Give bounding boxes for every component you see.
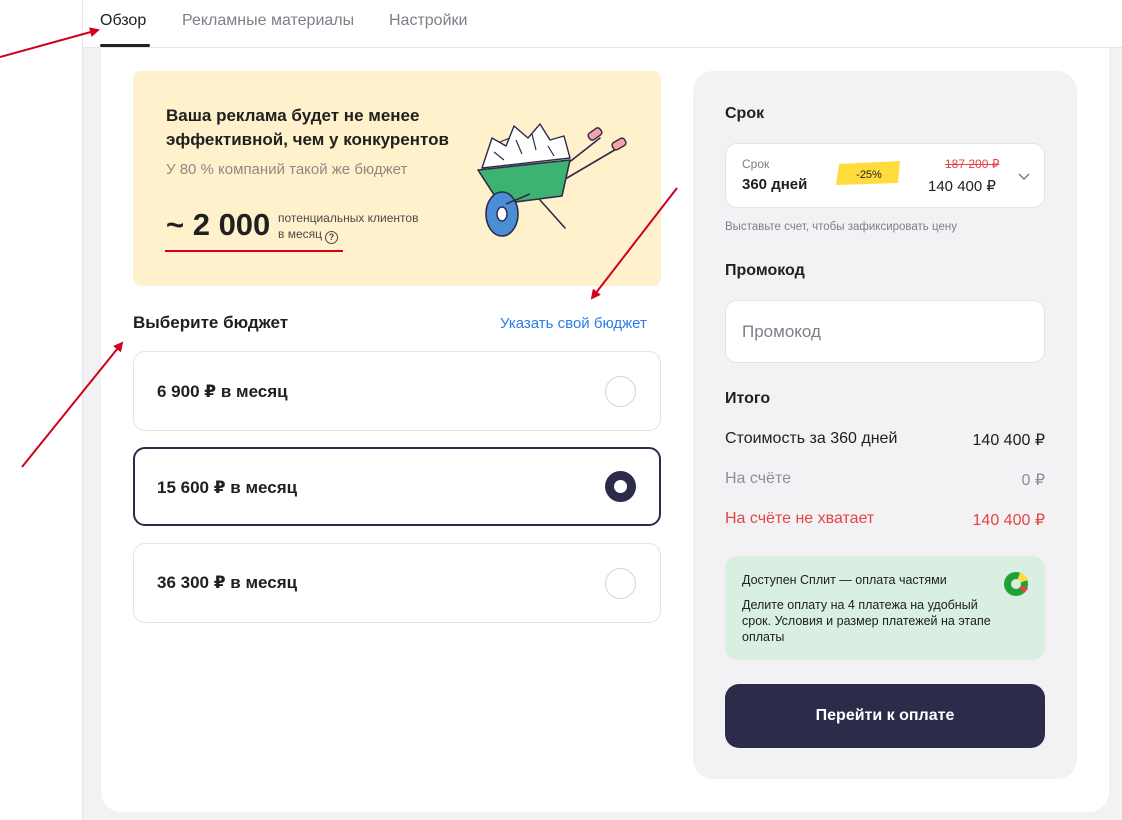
budget-option-label: 36 300 ₽ в месяц [157,573,298,592]
promo-title: Ваша реклама будет не менее эффективной,… [166,106,449,149]
term-heading: Срок [725,105,765,122]
split-logo-icon [1004,572,1028,596]
tab-settings[interactable]: Настройки [389,12,467,30]
budget-option-15600[interactable]: 15 600 ₽ в месяц [133,447,661,526]
potential-clients-caption: потенциальных клиентов в месяц? [278,210,428,244]
split-title: Доступен Сплит — оплата частями [742,573,947,587]
promocode-heading: Промокод [725,262,805,279]
radio-button[interactable] [605,568,636,599]
tab-ad-materials[interactable]: Рекламные материалы [182,12,354,30]
split-text: Делите оплату на 4 платежа на удобный ср… [742,598,991,644]
active-tab-indicator [100,44,150,47]
promocode-input[interactable] [725,300,1045,363]
summary-value: 140 400 ₽ [972,432,1045,449]
radio-button-selected[interactable] [605,471,636,502]
summary-label: На счёте [725,470,791,487]
discount-text: -25% [856,169,882,181]
annotation-underline [165,250,343,252]
summary-value: 140 400 ₽ [972,512,1045,529]
potential-clients-caption-line1: потенциальных клиентов [278,211,419,225]
summary-heading: Итого [725,390,771,407]
summary-label: На счёте не хватает [725,510,875,527]
budget-option-label: 15 600 ₽ в месяц [157,478,298,497]
discount-badge: -25% [836,161,900,185]
radio-button[interactable] [605,376,636,407]
potential-clients-caption-line2: в месяц [278,227,323,241]
term-caption: Срок [742,157,770,171]
summary-value: 0 ₽ [1021,472,1045,489]
wheelbarrow-illustration-icon [477,123,627,237]
budget-title: Выберите бюджет [133,313,289,332]
proceed-to-payment-button[interactable]: Перейти к оплате [725,684,1045,748]
question-icon[interactable]: ? [325,231,339,244]
custom-budget-link[interactable]: Указать свой бюджет [500,315,647,332]
budget-option-6900[interactable]: 6 900 ₽ в месяц [133,351,661,431]
left-gutter [0,0,82,820]
term-value: 360 дней [742,176,808,193]
budget-option-label: 6 900 ₽ в месяц [157,382,288,401]
chevron-down-icon[interactable] [1018,170,1030,182]
summary-label: Стоимость за 360 дней [725,430,898,447]
tab-overview[interactable]: Обзор [100,12,146,30]
potential-clients-number: ~ 2 000 [166,207,271,242]
term-note: Выставьте счет, чтобы зафиксировать цену [725,221,957,233]
new-price: 140 400 ₽ [928,178,996,195]
old-price: 187 200 ₽ [945,157,1000,171]
promo-subtitle: У 80 % компаний такой же бюджет [166,161,408,178]
budget-option-36300[interactable]: 36 300 ₽ в месяц [133,543,661,623]
